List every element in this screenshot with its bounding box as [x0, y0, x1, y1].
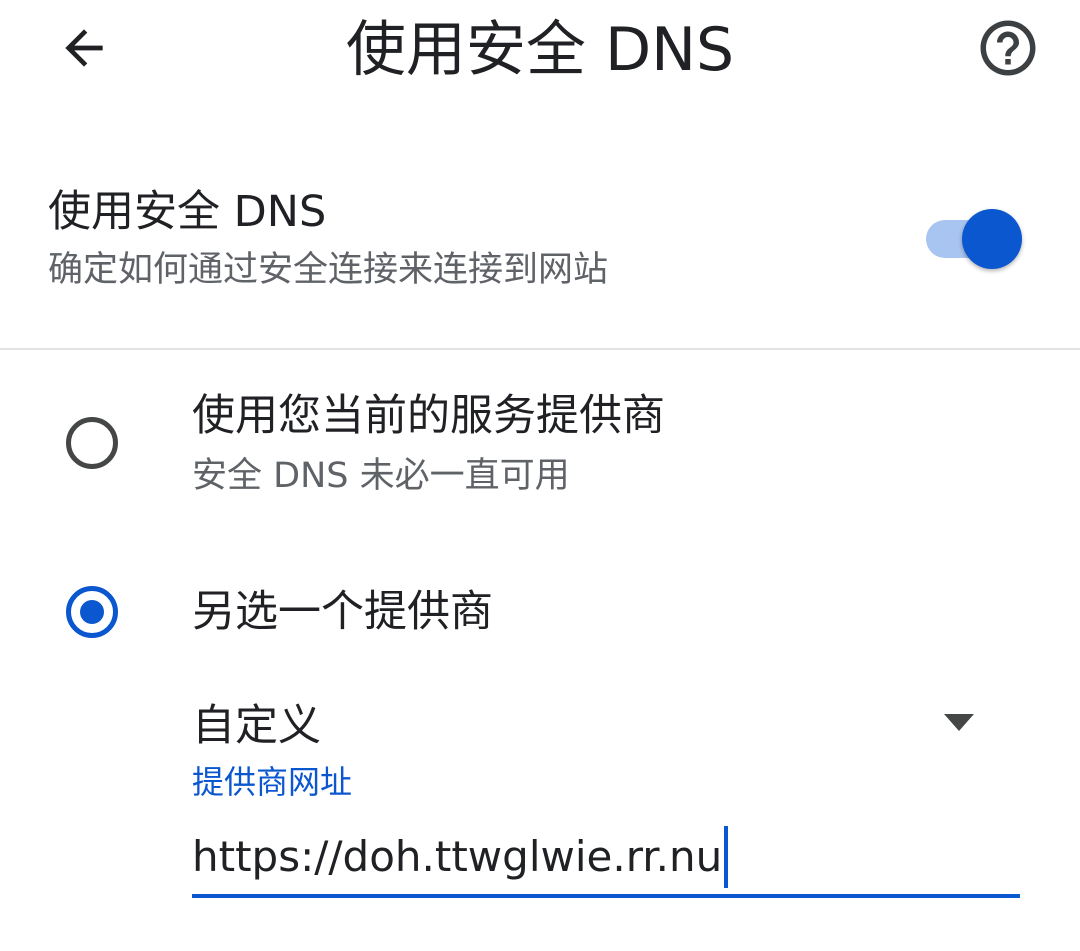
provider-url-text-wrap: https://doh.ttwglwie.rr.nu — [192, 824, 729, 890]
provider-selected-value: 自定义 — [192, 701, 321, 751]
secure-dns-switch[interactable] — [926, 209, 1026, 269]
section-divider — [0, 348, 1080, 350]
provider-url-label: 提供商网址 — [192, 763, 353, 801]
secure-dns-subtitle: 确定如何通过安全连接来连接到网站 — [48, 250, 609, 290]
help-button[interactable] — [972, 16, 1044, 80]
secure-dns-toggle-row[interactable]: 使用安全 DNS 确定如何通过安全连接来连接到网站 — [0, 170, 1080, 310]
provider-url-input[interactable]: https://doh.ttwglwie.rr.nu — [192, 818, 1020, 902]
page-title: 使用安全 DNS — [345, 15, 735, 85]
provider-url-value: https://doh.ttwglwie.rr.nu — [192, 832, 723, 881]
switch-thumb — [962, 209, 1022, 269]
option-other-provider-title: 另选一个提供商 — [192, 587, 493, 637]
text-cursor — [724, 826, 729, 888]
option-current-provider-subtitle: 安全 DNS 未必一直可用 — [192, 456, 570, 496]
option-current-provider[interactable]: 使用您当前的服务提供商 安全 DNS 未必一直可用 — [0, 380, 1080, 520]
dropdown-arrow-icon — [944, 714, 974, 731]
radio-selected-icon[interactable] — [66, 586, 118, 638]
help-circle-icon — [980, 20, 1036, 76]
option-other-provider[interactable]: 另选一个提供商 — [0, 560, 1080, 670]
input-underline — [192, 894, 1020, 898]
radio-dot — [80, 600, 104, 624]
option-current-provider-title: 使用您当前的服务提供商 — [192, 391, 665, 441]
provider-dropdown[interactable]: 自定义 — [192, 690, 992, 762]
top-app-bar: 使用安全 DNS — [0, 0, 1080, 100]
radio-unselected-icon[interactable] — [66, 417, 118, 469]
secure-dns-title: 使用安全 DNS — [48, 187, 327, 237]
